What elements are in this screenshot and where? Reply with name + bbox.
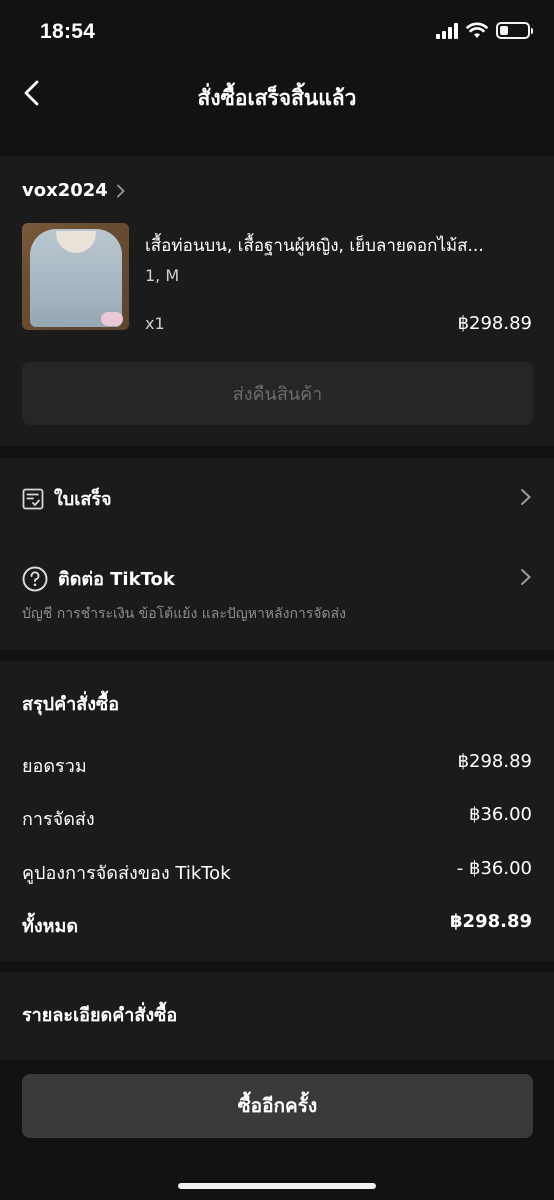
bottom-action-bar: ซื้ออีกครั้ง [0, 1060, 554, 1200]
status-time: 18:54 [40, 20, 96, 43]
product-price: ฿298.89 [457, 313, 532, 334]
summary-label: ทั้งหมด [22, 916, 79, 937]
receipt-label: ใบเสร็จ [54, 489, 112, 510]
cellular-signal-icon [436, 22, 458, 39]
chevron-right-icon [116, 184, 125, 197]
summary-value: ฿298.89 [457, 751, 532, 772]
details-title: รายละเอียดคำสั่งซื้อ [22, 1005, 178, 1026]
product-title[interactable]: เสื้อท่อนบน, เสื้อฐานผู้หญิง, เย็บลายดอก… [145, 232, 535, 259]
page-title: สั่งซื้อเสร็จสิ้นแล้ว [197, 86, 357, 110]
summary-value: ฿36.00 [469, 804, 532, 825]
wifi-icon [466, 22, 488, 38]
summary-title: สรุปคำสั่งซื้อ [22, 694, 120, 715]
summary-value: - ฿36.00 [456, 858, 532, 879]
status-bar: 18:54 [0, 0, 554, 64]
navigation-bar: สั่งซื้อเสร็จสิ้นแล้ว [0, 64, 554, 146]
product-quantity: x1 [145, 314, 165, 333]
home-indicator [178, 1183, 376, 1189]
summary-row-subtotal: ยอดรวม ฿298.89 [22, 751, 532, 780]
buy-again-button[interactable]: ซื้ออีกครั้ง [22, 1074, 533, 1138]
status-icons [436, 22, 533, 39]
order-summary-card: สรุปคำสั่งซื้อ ยอดรวม ฿298.89 การจัดส่ง … [0, 661, 554, 961]
summary-label: คูปองการจัดส่งของ TikTok [22, 863, 231, 884]
summary-label: ยอดรวม [22, 756, 87, 777]
battery-icon [496, 22, 533, 39]
summary-row-total: ทั้งหมด ฿298.89 [22, 911, 532, 940]
summary-row-coupon: คูปองการจัดส่งของ TikTok - ฿36.00 [22, 858, 532, 887]
receipt-icon [22, 488, 44, 509]
product-image[interactable] [22, 223, 129, 330]
shop-name: vox2024 [22, 180, 108, 201]
chevron-right-icon [521, 489, 531, 505]
summary-row-shipping: การจัดส่ง ฿36.00 [22, 804, 532, 833]
chevron-right-icon [521, 569, 531, 585]
shop-link[interactable]: vox2024 [22, 180, 126, 201]
contact-tiktok-row[interactable]: ติดต่อ TikTok [22, 564, 532, 593]
summary-label: การจัดส่ง [22, 809, 95, 830]
help-icon [22, 566, 48, 591]
contact-tiktok-label: ติดต่อ TikTok [58, 569, 175, 590]
order-item-card: vox2024 เสื้อท่อนบน, เสื้อฐานผู้หญิง, เย… [0, 156, 554, 446]
product-variant: 1, M [145, 266, 180, 285]
help-links-card: ใบเสร็จ ติดต่อ TikTok บัญชี การชำระเงิน … [0, 458, 554, 650]
return-item-button[interactable]: ส่งคืนสินค้า [22, 362, 533, 425]
summary-value: ฿298.89 [450, 911, 532, 932]
receipt-row[interactable]: ใบเสร็จ [22, 484, 532, 513]
contact-subtitle: บัญชี การชำระเงิน ข้อโต้แย้ง และปัญหาหลั… [22, 606, 346, 622]
